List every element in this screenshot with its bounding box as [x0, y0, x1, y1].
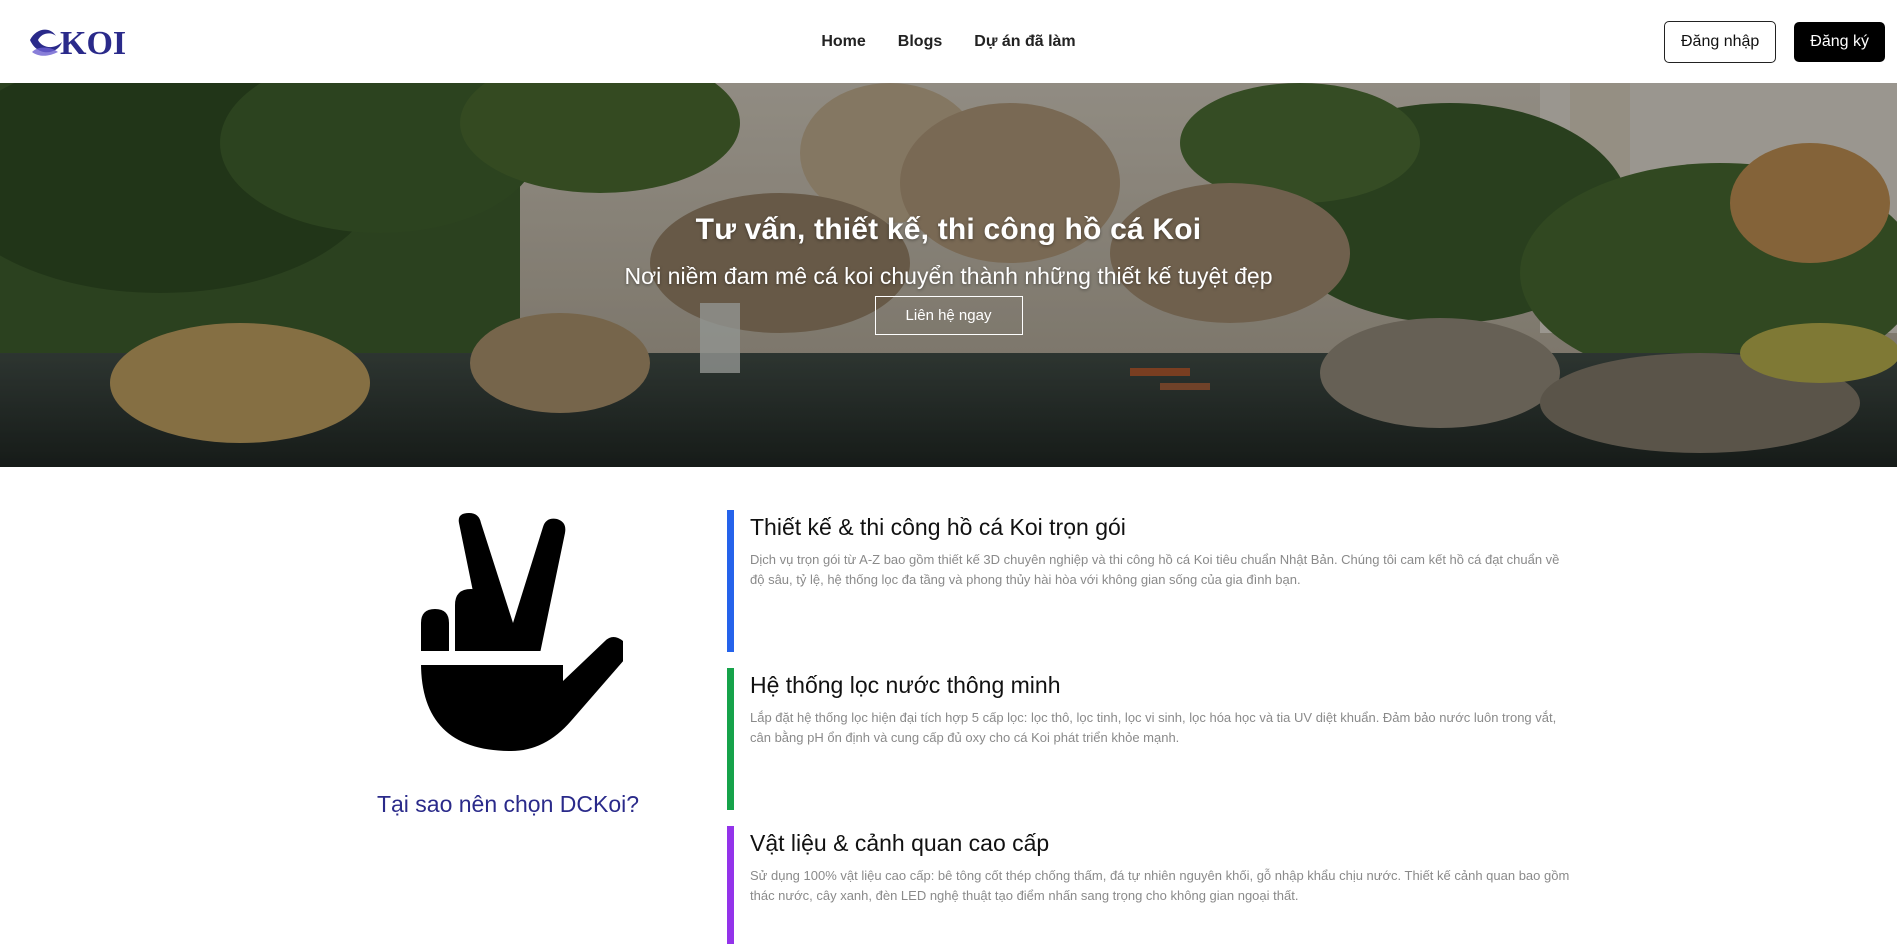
feature-description: Dịch vụ trọn gói từ A-Z bao gồm thiết kế… — [750, 552, 1560, 587]
why-choose-intro: Tại sao nên chọn DCKoi? — [352, 507, 664, 818]
contact-now-button[interactable]: Liên hệ ngay — [874, 296, 1023, 335]
auth-buttons: Đăng nhập Đăng ký — [1664, 20, 1885, 63]
feature-title: Thiết kế & thi công hồ cá Koi trọn gói — [750, 514, 1126, 540]
brand-logo[interactable]: KOI — [28, 17, 132, 67]
register-button[interactable]: Đăng ký — [1794, 21, 1885, 62]
nav-blogs-link[interactable]: Blogs — [898, 33, 942, 51]
feature-title: Vật liệu & cảnh quan cao cấp — [750, 830, 1050, 856]
hero-title: Tư vấn, thiết kế, thi công hồ cá Koi — [695, 213, 1202, 246]
hero-content: Tư vấn, thiết kế, thi công hồ cá Koi Nơi… — [0, 213, 1897, 335]
feature-item: Hệ thống lọc nước thông minh Lắp đặt hệ … — [727, 668, 1587, 810]
nav-projects-link[interactable]: Dự án đã làm — [974, 33, 1075, 51]
feature-title: Hệ thống lọc nước thông minh — [750, 672, 1061, 698]
feature-description: Sử dụng 100% vật liệu cao cấp: bê tông c… — [750, 868, 1570, 903]
main-nav: Home Blogs Dự án đã làm — [821, 33, 1075, 51]
hero-subtitle: Nơi niềm đam mê cá koi chuyển thành nhữn… — [624, 263, 1273, 289]
nav-home-link[interactable]: Home — [821, 33, 865, 51]
feature-item: Thiết kế & thi công hồ cá Koi trọn gói D… — [727, 510, 1587, 652]
feature-item: Vật liệu & cảnh quan cao cấp Sử dụng 100… — [727, 826, 1587, 944]
logo-text: KOI — [60, 25, 126, 62]
navbar: KOI Home Blogs Dự án đã làm Đăng nhập Đă… — [0, 0, 1897, 83]
feature-description: Lắp đặt hệ thống lọc hiện đại tích hợp 5… — [750, 710, 1557, 745]
koi-logo-icon: KOI — [30, 25, 126, 62]
why-choose-section: Tại sao nên chọn DCKoi? Thiết kế & thi c… — [0, 467, 1897, 944]
login-button[interactable]: Đăng nhập — [1664, 20, 1777, 63]
victory-hand-icon — [421, 513, 623, 751]
hero-banner: Tư vấn, thiết kế, thi công hồ cá Koi Nơi… — [0, 83, 1897, 467]
why-choose-heading: Tại sao nên chọn DCKoi? — [376, 791, 640, 817]
